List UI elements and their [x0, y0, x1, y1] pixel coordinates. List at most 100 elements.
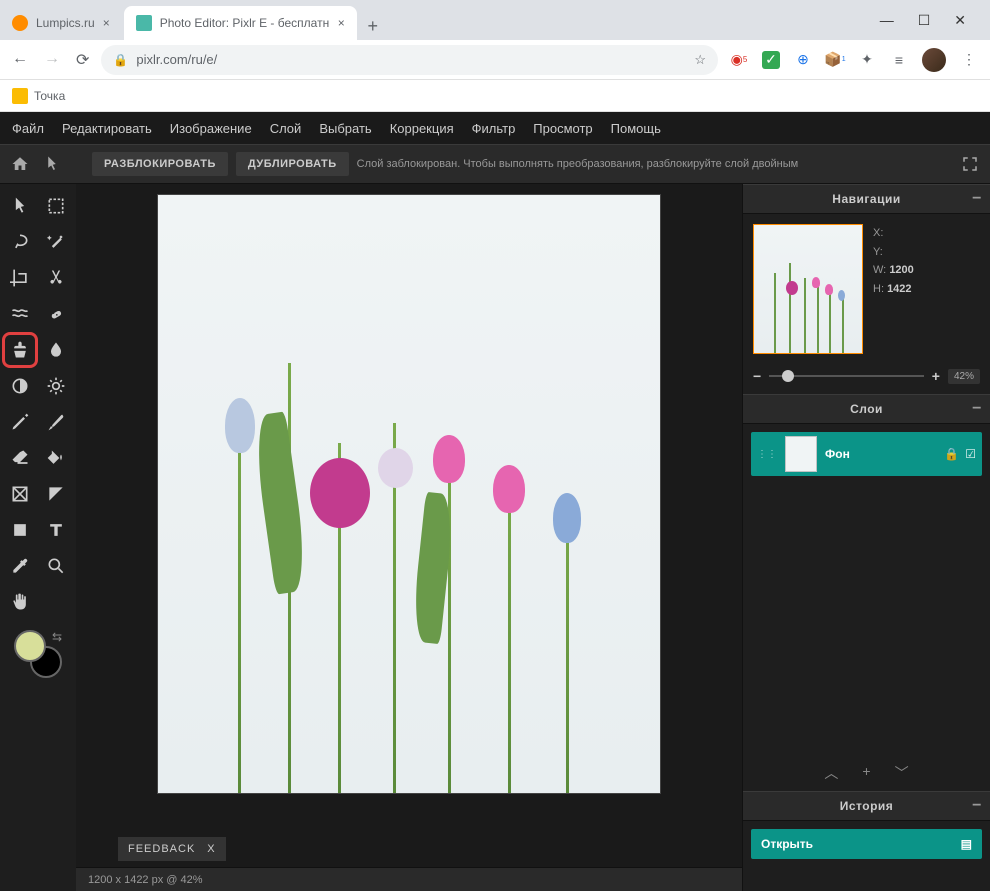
nav-w-value: 1200 [889, 264, 913, 276]
forward-button[interactable]: → [44, 50, 60, 70]
extension-icon[interactable]: ⊕ [794, 51, 812, 69]
browser-tab-active[interactable]: Photo Editor: Pixlr E - бесплатны × [124, 6, 357, 40]
color-swatches[interactable]: ⇆ [14, 630, 62, 678]
tool-lasso[interactable] [4, 226, 36, 258]
status-bar: 1200 x 1422 px @ 42% [76, 867, 742, 891]
canvas[interactable] [157, 194, 661, 794]
history-item[interactable]: Открыть ▤ [751, 829, 982, 859]
tool-liquify[interactable] [4, 298, 36, 330]
tool-eraser[interactable] [4, 442, 36, 474]
status-text: 1200 x 1422 px @ 42% [88, 874, 203, 886]
tool-heal[interactable] [40, 298, 72, 330]
tool-replace-color[interactable] [40, 478, 72, 510]
menu-filter[interactable]: Фильтр [472, 121, 516, 136]
menu-help[interactable]: Помощь [611, 121, 661, 136]
folder-icon [12, 88, 28, 104]
layer-name: Фон [825, 447, 936, 461]
fg-color-swatch[interactable] [14, 630, 46, 662]
visibility-icon[interactable]: ☑ [965, 447, 976, 461]
tool-shape[interactable] [4, 514, 36, 546]
tool-zoom[interactable] [40, 550, 72, 582]
avatar[interactable] [922, 48, 946, 72]
menu-layer[interactable]: Слой [270, 121, 302, 136]
home-icon[interactable] [8, 152, 32, 176]
menu-icon[interactable]: ⋮ [960, 51, 978, 69]
reload-button[interactable]: ⟳ [76, 50, 89, 70]
extension-icon[interactable]: ◉5 [730, 51, 748, 69]
collapse-icon[interactable]: − [972, 400, 982, 418]
extension-icon[interactable]: ≡ [890, 51, 908, 69]
zoom-out-button[interactable]: − [753, 368, 761, 384]
extensions-icon[interactable]: ✦ [858, 51, 876, 69]
menu-image[interactable]: Изображение [170, 121, 252, 136]
tool-cut[interactable] [40, 262, 72, 294]
menu-adjustment[interactable]: Коррекция [390, 121, 454, 136]
favicon-icon [12, 15, 28, 31]
nav-thumbnail[interactable] [753, 224, 863, 354]
nav-w-label: W: [873, 264, 886, 276]
lock-icon[interactable]: 🔒 [944, 447, 959, 461]
collapse-icon[interactable]: − [972, 190, 982, 208]
tab-title: Photo Editor: Pixlr E - бесплатны [160, 16, 330, 30]
address-bar[interactable]: 🔒 pixlr.com/ru/e/ ☆ [101, 45, 718, 75]
layer-down-button[interactable]: ﹀ [895, 763, 909, 783]
feedback-label: FEEDBACK [128, 843, 195, 855]
drag-handle-icon[interactable]: ⋮⋮ [757, 449, 777, 460]
feedback-button[interactable]: FEEDBACK X [118, 837, 226, 861]
minimize-icon[interactable]: — [880, 12, 894, 29]
fullscreen-icon[interactable] [958, 152, 982, 176]
tool-text[interactable] [40, 514, 72, 546]
tool-clone-stamp[interactable] [4, 334, 36, 366]
lock-message: Слой заблокирован. Чтобы выполнять преоб… [357, 158, 799, 170]
maximize-icon[interactable]: ☐ [918, 12, 931, 29]
history-label: Открыть [761, 837, 813, 851]
new-tab-button[interactable]: + [359, 12, 387, 40]
zoom-value[interactable]: 42% [948, 369, 980, 384]
toolbox: ⇆ [0, 184, 76, 891]
bookmark-item[interactable]: Точка [12, 88, 65, 104]
zoom-slider[interactable] [769, 375, 924, 377]
tool-wand[interactable] [40, 226, 72, 258]
browser-tab[interactable]: Lumpics.ru × [0, 6, 122, 40]
star-icon[interactable]: ☆ [694, 52, 706, 68]
extension-icon[interactable]: 📦1 [826, 51, 844, 69]
panel-title: История [840, 799, 894, 813]
layer-item[interactable]: ⋮⋮ Фон 🔒 ☑ [751, 432, 982, 476]
tool-brush[interactable] [40, 406, 72, 438]
menu-view[interactable]: Просмотр [533, 121, 592, 136]
tool-dodge[interactable] [4, 370, 36, 402]
back-button[interactable]: ← [12, 50, 28, 70]
layer-up-button[interactable]: ︿ [824, 763, 838, 783]
collapse-icon[interactable]: − [972, 797, 982, 815]
pointer-icon[interactable] [40, 152, 64, 176]
menu-file[interactable]: Файл [12, 121, 44, 136]
menu-select[interactable]: Выбрать [319, 121, 371, 136]
tool-sponge[interactable] [40, 370, 72, 402]
tool-crop[interactable] [4, 262, 36, 294]
nav-h-value: 1422 [887, 283, 911, 295]
menu-edit[interactable]: Редактировать [62, 121, 152, 136]
favicon-icon [136, 15, 152, 31]
duplicate-button[interactable]: ДУБЛИРОВАТЬ [236, 152, 349, 176]
tool-hand[interactable] [4, 586, 36, 618]
close-icon[interactable]: × [338, 16, 345, 30]
layer-add-button[interactable]: + [862, 763, 870, 783]
unlock-button[interactable]: РАЗБЛОКИРОВАТЬ [92, 152, 228, 176]
tab-title: Lumpics.ru [36, 16, 95, 30]
nav-x-label: X: [873, 227, 883, 239]
tool-pen[interactable] [4, 406, 36, 438]
tool-fill[interactable] [40, 442, 72, 474]
panel-header-layers: Слои − [743, 394, 990, 424]
close-icon[interactable]: X [207, 843, 215, 855]
tool-move[interactable] [4, 190, 36, 222]
tool-gradient[interactable] [4, 478, 36, 510]
zoom-in-button[interactable]: + [932, 368, 940, 384]
close-icon[interactable]: ✕ [954, 12, 966, 29]
tool-marquee[interactable] [40, 190, 72, 222]
extension-icon[interactable]: ✓ [762, 51, 780, 69]
tool-blur[interactable] [40, 334, 72, 366]
swap-colors-icon[interactable]: ⇆ [52, 630, 62, 644]
close-icon[interactable]: × [103, 16, 110, 30]
tool-eyedropper[interactable] [4, 550, 36, 582]
panel-title: Навигации [832, 192, 900, 206]
